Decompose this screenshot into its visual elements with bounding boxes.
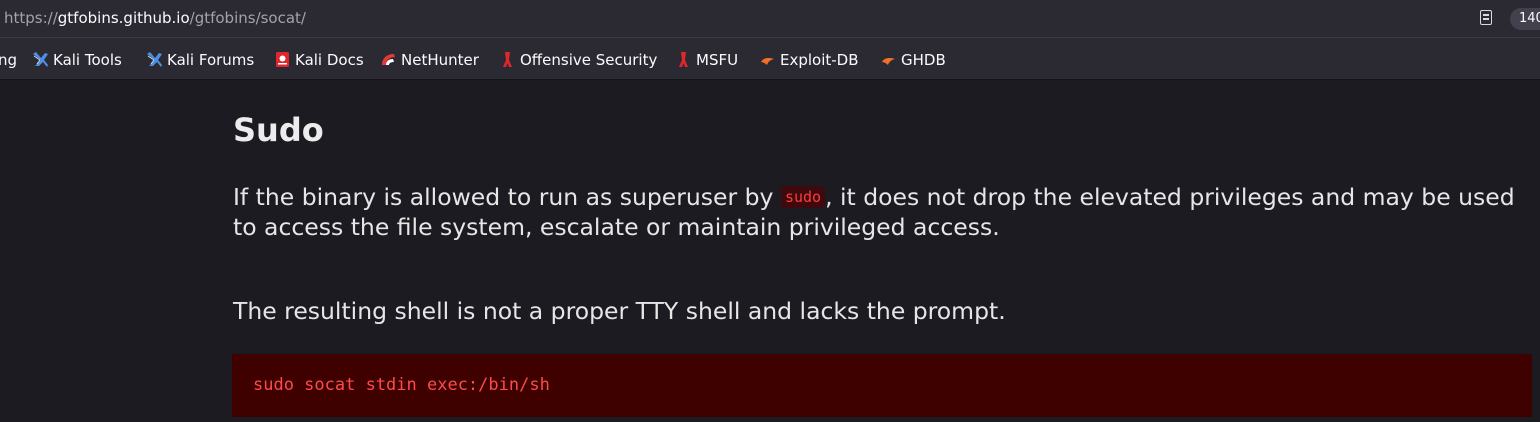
bookmark-label: GHDB (901, 51, 946, 69)
bookmark-nethunter[interactable]: NetHunter (380, 51, 479, 69)
bookmark-item[interactable]: ng (0, 51, 17, 69)
zoom-level-button[interactable]: 140% (1510, 8, 1540, 30)
bookmark-label: Kali Docs (295, 51, 364, 69)
url-path: /gtfobins/socat/ (189, 9, 306, 27)
bookmark-label: Offensive Security (520, 51, 658, 69)
bookmark-ghdb[interactable]: GHDB (880, 51, 946, 69)
bookmark-exploit-db[interactable]: Exploit-DB (759, 51, 859, 69)
bookmark-label: Kali Tools (53, 51, 122, 69)
url-field[interactable]: https://gtfobins.github.io/gtfobins/soca… (4, 9, 306, 27)
exploit-db-icon (759, 51, 776, 68)
code-block[interactable]: sudo socat stdin exec:/bin/sh (232, 354, 1532, 417)
nethunter-icon (380, 51, 397, 68)
bookmark-label: ng (0, 51, 18, 69)
bookmark-label: MSFU (696, 51, 739, 69)
kali-dragon-icon (32, 51, 49, 68)
bookmark-label: Exploit-DB (780, 51, 859, 69)
bookmark-label: NetHunter (401, 51, 479, 69)
sudo-description: If the binary is allowed to run as super… (233, 182, 1533, 242)
bookmark-kali-forums[interactable]: Kali Forums (146, 51, 254, 69)
offsec-icon (675, 51, 692, 68)
bookmark-kali-tools[interactable]: Kali Tools (32, 51, 122, 69)
para-text: If the binary is allowed to run as super… (233, 183, 781, 211)
kali-dragon-icon (146, 51, 163, 68)
offsec-icon (499, 51, 516, 68)
url-host: gtfobins.github.io (57, 9, 190, 27)
url-scheme: https:// (4, 9, 58, 27)
inline-code-sudo: sudo (780, 186, 826, 208)
shell-note: The resulting shell is not a proper TTY … (233, 297, 1006, 325)
bookmark-offensive-security[interactable]: Offensive Security (499, 51, 657, 69)
bookmark-msfu[interactable]: MSFU (675, 51, 738, 69)
command-code[interactable]: sudo socat stdin exec:/bin/sh (253, 374, 550, 396)
exploit-db-icon (880, 51, 897, 68)
reader-view-icon[interactable] (1480, 10, 1492, 25)
address-bar[interactable]: https://gtfobins.github.io/gtfobins/soca… (0, 0, 1540, 38)
bookmark-label: Kali Forums (167, 51, 255, 69)
kali-docs-icon (274, 51, 291, 68)
bookmarks-toolbar: ng Kali Tools Kali Forums Kali Docs NetH… (0, 38, 1540, 80)
bookmark-kali-docs[interactable]: Kali Docs (274, 51, 364, 69)
section-heading: Sudo (233, 111, 324, 149)
